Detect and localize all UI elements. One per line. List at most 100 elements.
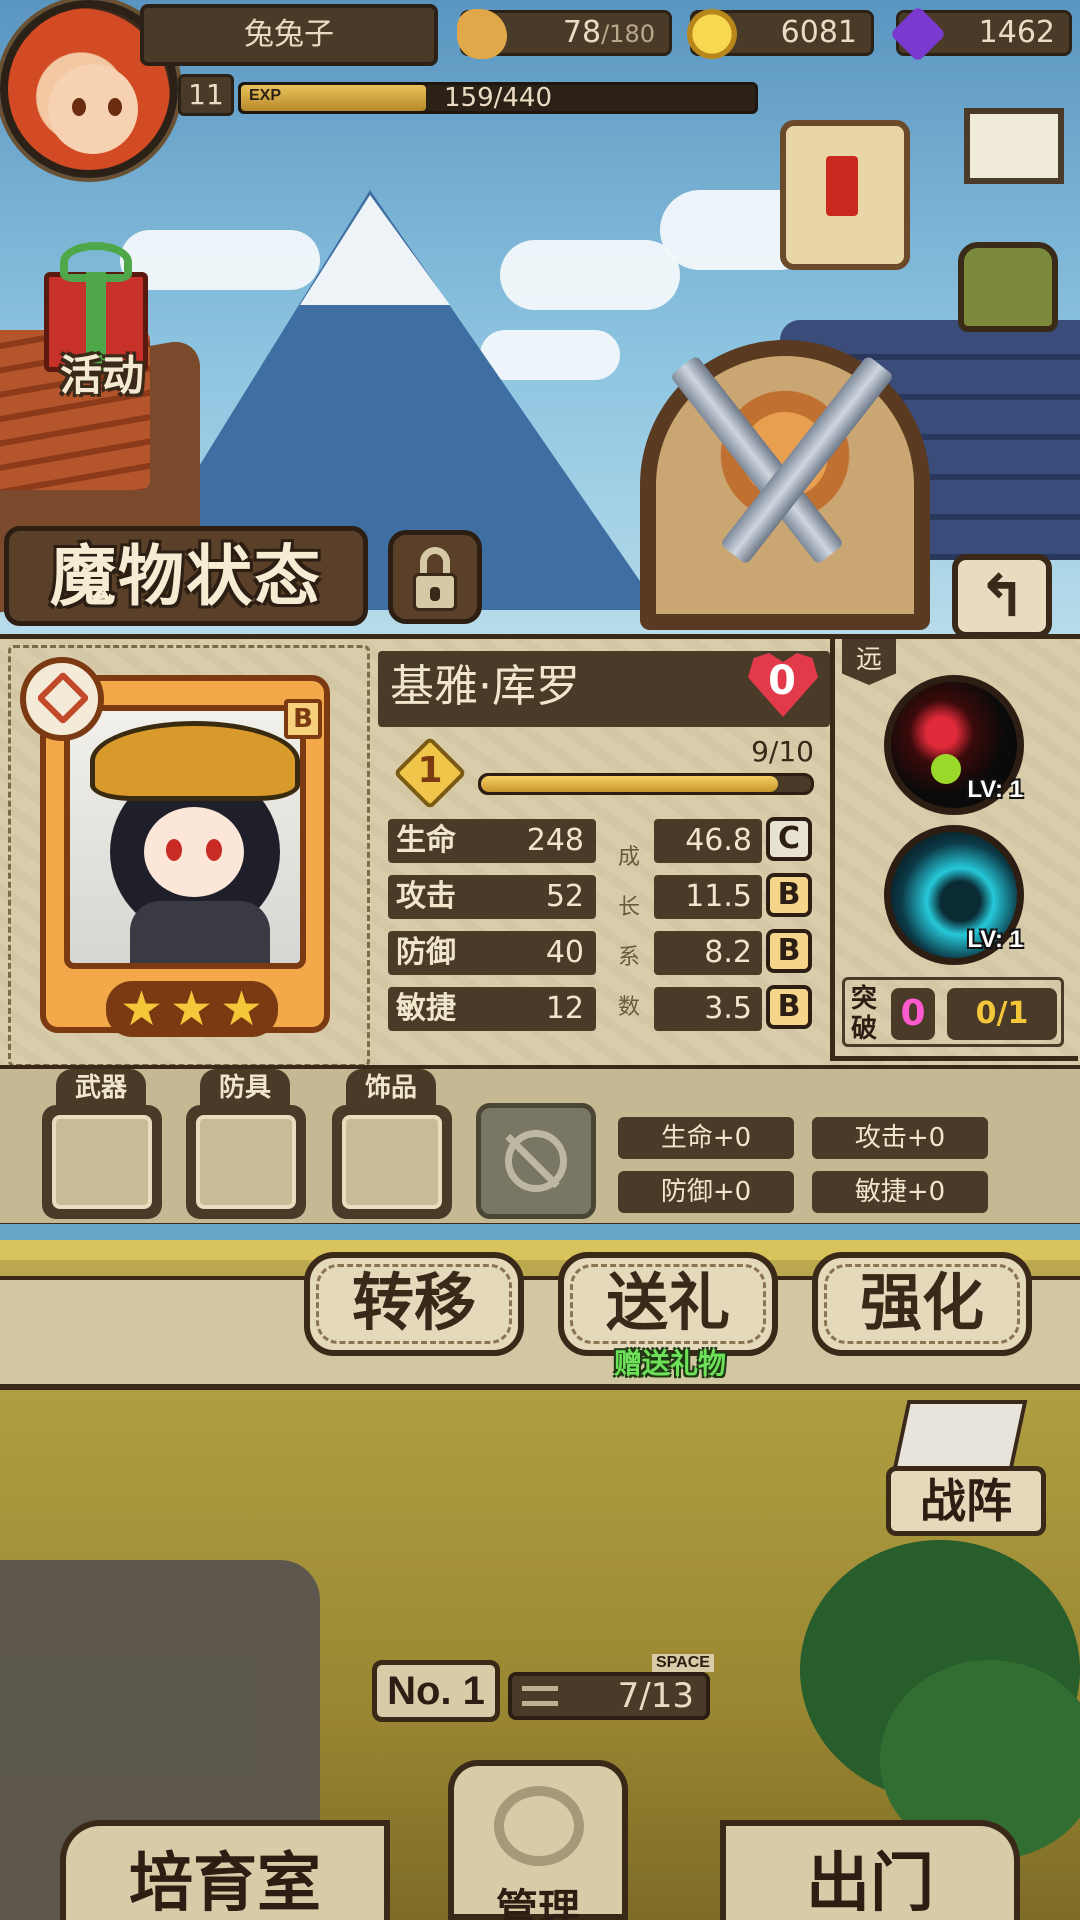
manage-label: 管理 — [495, 1885, 580, 1920]
gift-bow — [60, 242, 132, 282]
growth-grade: C — [766, 817, 812, 861]
gift-label: 送礼 — [605, 1266, 730, 1339]
gem-value: 1462 — [978, 15, 1055, 50]
growth-grade: B — [766, 873, 812, 917]
avatar-eye — [72, 98, 86, 116]
equals-icon — [522, 1686, 558, 1706]
breakthrough-count: 0 — [891, 988, 935, 1040]
stat-value: 12 — [545, 991, 584, 1026]
green-orb — [931, 754, 961, 784]
character-eye — [166, 839, 182, 861]
witch-hat — [90, 721, 300, 801]
bonus-hp: 生命+0 — [618, 1117, 794, 1159]
enhance-label: 强化 — [859, 1266, 984, 1339]
accessory-slot[interactable] — [332, 1105, 452, 1219]
team-label: 战阵 — [920, 1474, 1012, 1528]
armor-slot[interactable] — [186, 1105, 306, 1219]
evolution-level: 1 — [393, 736, 467, 810]
evolution-level-value: 1 — [417, 750, 443, 791]
evolution-progress-text: 9/10 — [751, 735, 814, 768]
team-formation-button[interactable]: 战阵 — [886, 1466, 1046, 1536]
red-green-orb-skill-icon[interactable]: LV: 1 — [884, 675, 1024, 815]
stat-row-agility: 敏捷 12 — [388, 987, 596, 1031]
growth-value: 46.8 — [685, 823, 752, 858]
backpack-icon[interactable] — [958, 242, 1058, 332]
bonus-defense: 防御+0 — [618, 1171, 794, 1213]
growth-value: 3.5 — [704, 991, 752, 1026]
evolution-progress-bar — [478, 773, 814, 795]
breakthrough-box: 突破 0 0/1 — [842, 977, 1064, 1047]
gold-coin-icon — [687, 9, 737, 59]
food-value: 78/180 — [562, 15, 655, 50]
armor-slot-label: 防具 — [200, 1069, 290, 1105]
gem-counter[interactable]: 1462 — [889, 5, 1072, 63]
transfer-button[interactable]: 转移 — [304, 1252, 524, 1356]
exp-bar: EXP 159/440 — [238, 82, 758, 114]
locked-slot — [476, 1103, 596, 1219]
event-button[interactable]: 活动 — [14, 222, 190, 400]
exp-text: 159/440 — [443, 83, 552, 113]
skill-level: LV: 1 — [967, 926, 1023, 953]
purple-crystal-icon — [889, 5, 947, 63]
slot-empty — [52, 1115, 152, 1209]
space-tag: SPACE — [652, 1654, 714, 1672]
bonus-attack: 攻击+0 — [812, 1117, 988, 1159]
stat-row-attack: 攻击 52 — [388, 875, 596, 919]
stat-name: 敏捷 — [396, 991, 456, 1026]
food-counter[interactable]: 78/180 — [457, 9, 672, 59]
star-rating: ★ ★ ★ — [106, 981, 278, 1037]
key-icon — [494, 1786, 584, 1866]
team-flag-icon — [892, 1400, 1028, 1470]
space-counter: SPACE 7/13 — [508, 1654, 714, 1720]
growth-value: 11.5 — [685, 879, 752, 914]
rank-badge: B — [284, 699, 322, 739]
character-body — [130, 901, 270, 963]
screen-title: 魔物状态 — [50, 538, 322, 615]
monster-portrait — [64, 705, 306, 969]
player-name-bar: 兔兔子 — [140, 4, 438, 66]
growth-defense: 8.2 — [654, 931, 762, 975]
go-out-button[interactable]: 出门 — [720, 1820, 1020, 1920]
growth-hp: 46.8 — [654, 819, 762, 863]
enhance-button[interactable]: 强化 — [812, 1252, 1032, 1356]
lock-keyhole — [430, 587, 440, 601]
monster-card[interactable]: B ★ ★ ★ — [20, 657, 330, 1037]
go-out-label: 出门 — [806, 1847, 934, 1920]
mail-icon[interactable] — [964, 108, 1064, 184]
growth-label-char: 成 — [618, 845, 641, 870]
player-name: 兔兔子 — [244, 17, 334, 52]
growth-grade: B — [766, 929, 812, 973]
skill-level: LV: 1 — [967, 776, 1023, 803]
gold-counter[interactable]: 6081 — [687, 9, 874, 59]
avatar-eye — [108, 98, 122, 116]
growth-attack: 11.5 — [654, 875, 762, 919]
stat-name: 生命 — [396, 823, 456, 858]
lock-button[interactable] — [388, 530, 482, 624]
quest-scroll-icon[interactable] — [780, 120, 910, 270]
monster-status-panel: B ★ ★ ★ 基雅·库罗 0 1 9/10 生命 248 攻击 52 防御 40 … — [0, 634, 1080, 1224]
event-label: 活动 — [59, 351, 144, 400]
weapon-slot[interactable] — [42, 1105, 162, 1219]
character-eye — [206, 839, 222, 861]
gift-button[interactable]: 送礼 — [558, 1252, 778, 1356]
stat-value: 40 — [545, 935, 584, 970]
star-icon: ★ — [120, 981, 164, 1037]
manage-button[interactable]: 管理 — [448, 1760, 628, 1920]
slot-empty — [196, 1115, 296, 1209]
back-button[interactable]: ↰ — [952, 554, 1052, 638]
cyan-swirl-skill-icon[interactable]: LV: 1 — [884, 825, 1024, 965]
breakthrough-progress: 0/1 — [947, 988, 1057, 1040]
weapon-slot-label: 武器 — [56, 1069, 146, 1105]
nursery-button[interactable]: 培育室 — [60, 1820, 390, 1920]
type-mark — [36, 671, 90, 725]
stat-value: 248 — [526, 823, 584, 858]
affection-heart: 0 — [740, 647, 824, 723]
growth-grade: B — [766, 985, 812, 1029]
transfer-label: 转移 — [351, 1266, 476, 1339]
growth-agility: 3.5 — [654, 987, 762, 1031]
player-level: 11 — [178, 74, 234, 116]
avatar-face — [48, 64, 138, 154]
nursery-label: 培育室 — [129, 1847, 321, 1920]
space-value: 7/13 — [617, 1676, 694, 1716]
star-icon: ★ — [170, 981, 214, 1037]
